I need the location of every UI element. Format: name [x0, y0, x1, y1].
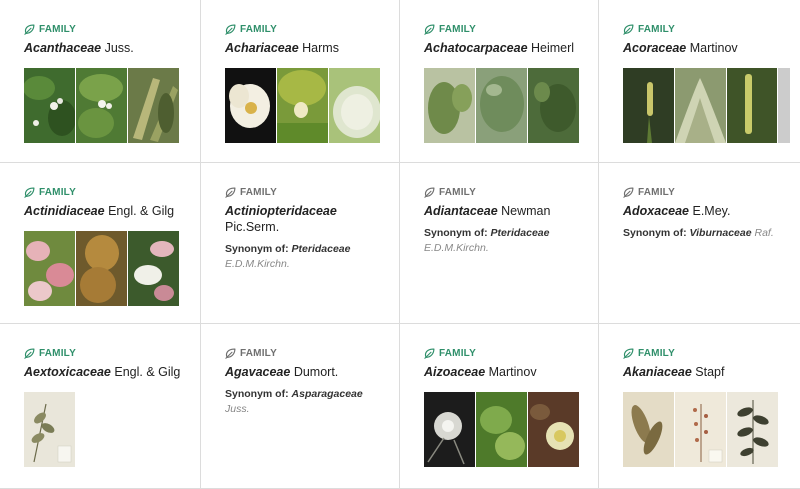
family-tag: FAMILY [623, 22, 800, 36]
family-card-acoraceae[interactable]: FAMILY Acoraceae Martinov [599, 0, 800, 163]
family-card-achariaceae[interactable]: FAMILY Achariaceae Harms [201, 0, 400, 163]
family-card-aextoxicaceae[interactable]: FAMILY Aextoxicaceae Engl. & Gilg [0, 324, 201, 489]
plant-photo[interactable] [76, 231, 127, 306]
family-card-agavaceae[interactable]: FAMILY Agavaceae Dumort. Synonym of: Asp… [201, 324, 400, 489]
family-card-actiniopteridaceae[interactable]: FAMILY Actiniopteridaceae Pic.Serm. Syno… [201, 163, 400, 324]
family-tag: FAMILY [623, 185, 800, 199]
leaf-icon [24, 24, 35, 35]
family-card-adiantaceae[interactable]: FAMILY Adiantaceae Newman Synonym of: Pt… [400, 163, 599, 324]
leaf-icon [424, 348, 435, 359]
family-card-achatocarpaceae[interactable]: FAMILY Achatocarpaceae Heimerl [400, 0, 599, 163]
family-name[interactable]: Adoxaceae E.Mey. [623, 203, 800, 219]
herbarium-photo[interactable] [727, 392, 778, 467]
leaf-icon [424, 187, 435, 198]
leaf-icon [623, 348, 634, 359]
plant-photo[interactable] [675, 68, 726, 143]
family-tag: FAMILY [424, 22, 598, 36]
family-tag: FAMILY [623, 346, 800, 360]
leaf-icon [623, 187, 634, 198]
synonym-info: Synonym of: Pteridaceae E.D.M.Kirchn. [225, 243, 351, 270]
leaf-icon [225, 24, 236, 35]
family-tag: FAMILY [424, 185, 598, 199]
photo-strip [24, 231, 179, 306]
family-name[interactable]: Aextoxicaceae Engl. & Gilg [24, 364, 200, 380]
photo-strip [424, 392, 579, 467]
leaf-icon [225, 348, 236, 359]
plant-photo[interactable] [128, 231, 179, 306]
leaf-icon [424, 24, 435, 35]
synonym-info: Synonym of: Viburnaceae Raf. [623, 227, 774, 239]
plant-photo[interactable] [128, 68, 179, 143]
plant-photo[interactable] [225, 68, 276, 143]
synonym-info: Synonym of: Pteridaceae E.D.M.Kirchn. [424, 227, 550, 254]
plant-photo[interactable] [24, 231, 75, 306]
family-tag: FAMILY [225, 22, 399, 36]
family-name[interactable]: Achariaceae Harms [225, 40, 399, 56]
family-card-acanthaceae[interactable]: FAMILY Acanthaceae Juss. [0, 0, 201, 163]
herbarium-photo[interactable] [675, 392, 726, 467]
family-name[interactable]: Acoraceae Martinov [623, 40, 800, 56]
leaf-icon [24, 187, 35, 198]
herbarium-photo[interactable] [24, 392, 75, 467]
family-name[interactable]: Actiniopteridaceae Pic.Serm. [225, 203, 399, 235]
photo-strip [623, 392, 778, 467]
family-tag: FAMILY [24, 22, 200, 36]
photo-strip [623, 68, 790, 143]
photo-strip [24, 68, 179, 143]
synonym-link[interactable]: Viburnaceae [690, 227, 752, 239]
plant-photo[interactable] [476, 68, 527, 143]
family-card-adoxaceae[interactable]: FAMILY Adoxaceae E.Mey. Synonym of: Vibu… [599, 163, 800, 324]
family-tag: FAMILY [424, 346, 598, 360]
image-placeholder [778, 68, 790, 143]
plant-photo[interactable] [424, 68, 475, 143]
photo-strip [424, 68, 579, 143]
plant-photo[interactable] [76, 68, 127, 143]
family-name[interactable]: Aizoaceae Martinov [424, 364, 598, 380]
photo-strip [225, 68, 380, 143]
family-name[interactable]: Agavaceae Dumort. [225, 364, 399, 380]
family-name[interactable]: Actinidiaceae Engl. & Gilg [24, 203, 200, 219]
plant-photo[interactable] [727, 68, 777, 143]
family-name[interactable]: Acanthaceae Juss. [24, 40, 200, 56]
plant-photo[interactable] [277, 68, 328, 143]
plant-photo[interactable] [476, 392, 527, 467]
family-card-actinidiaceae[interactable]: FAMILY Actinidiaceae Engl. & Gilg [0, 163, 201, 324]
leaf-icon [225, 187, 236, 198]
plant-photo[interactable] [24, 68, 75, 143]
family-grid: FAMILY Acanthaceae Juss. FAMILY Achariac… [0, 0, 800, 489]
family-card-aizoaceae[interactable]: FAMILY Aizoaceae Martinov [400, 324, 599, 489]
family-tag: FAMILY [24, 185, 200, 199]
family-name[interactable]: Akaniaceae Stapf [623, 364, 800, 380]
family-name[interactable]: Achatocarpaceae Heimerl [424, 40, 598, 56]
herbarium-photo[interactable] [623, 392, 674, 467]
synonym-info: Synonym of: Asparagaceae Juss. [225, 388, 363, 415]
plant-photo[interactable] [528, 392, 579, 467]
synonym-link[interactable]: Asparagaceae [292, 388, 363, 400]
plant-photo[interactable] [623, 68, 674, 143]
family-tag: FAMILY [24, 346, 200, 360]
plant-photo[interactable] [528, 68, 579, 143]
family-tag: FAMILY [225, 346, 399, 360]
synonym-link[interactable]: Pteridaceae [292, 243, 351, 255]
family-card-akaniaceae[interactable]: FAMILY Akaniaceae Stapf [599, 324, 800, 489]
family-name[interactable]: Adiantaceae Newman [424, 203, 598, 219]
leaf-icon [24, 348, 35, 359]
plant-photo[interactable] [424, 392, 475, 467]
leaf-icon [623, 24, 634, 35]
synonym-link[interactable]: Pteridaceae [491, 227, 550, 239]
photo-strip [24, 392, 75, 467]
family-tag: FAMILY [225, 185, 399, 199]
plant-photo[interactable] [329, 68, 380, 143]
